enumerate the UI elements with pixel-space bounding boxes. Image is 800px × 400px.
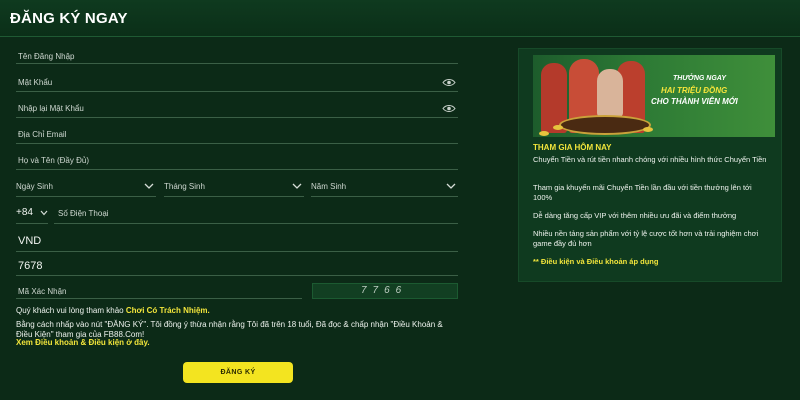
code-value: 7678 bbox=[18, 260, 43, 272]
responsible-gaming-text: Quý khách vui lòng tham khảo bbox=[16, 306, 126, 315]
email-field[interactable]: Địa Chỉ Email bbox=[16, 118, 458, 144]
username-field[interactable]: Tên Đăng Nhập bbox=[16, 40, 458, 64]
terms-link[interactable]: Xem Điều khoản & Điều kiện ở đây. bbox=[16, 338, 456, 348]
promo-item: Chuyển Tiền và rút tiền nhanh chóng với … bbox=[533, 155, 767, 164]
username-placeholder: Tên Đăng Nhập bbox=[18, 52, 75, 61]
promo-item: Tham gia khuyến mãi Chuyển Tiền lần đầu … bbox=[533, 183, 752, 202]
confirm-password-placeholder: Nhập lại Mật Khẩu bbox=[18, 104, 84, 113]
confirm-password-field[interactable]: Nhập lại Mật Khẩu bbox=[16, 92, 458, 118]
phone-country-code-select[interactable]: +84 bbox=[16, 204, 48, 224]
fullname-placeholder: Họ và Tên (Đầy Đủ) bbox=[18, 156, 89, 165]
dob-month-select[interactable]: Tháng Sinh bbox=[164, 179, 304, 197]
phone-code-value: +84 bbox=[16, 207, 33, 218]
page-header: ĐĂNG KÝ NGAY bbox=[0, 0, 800, 37]
promo-item: Dễ dàng tăng cấp VIP với thêm nhiều ưu đ… bbox=[533, 211, 737, 220]
dob-day-select[interactable]: Ngày Sinh bbox=[16, 179, 156, 197]
chevron-down-icon bbox=[144, 183, 154, 189]
password-field[interactable]: Mật Khẩu bbox=[16, 66, 458, 92]
coin-icon bbox=[539, 131, 549, 136]
dob-month-label: Tháng Sinh bbox=[164, 182, 205, 191]
currency-field[interactable]: VND bbox=[16, 226, 458, 252]
chevron-down-icon bbox=[446, 183, 456, 189]
eye-icon[interactable] bbox=[442, 104, 456, 113]
promo-item: Nhiều nền tảng sản phẩm với tỷ lệ cược t… bbox=[533, 229, 759, 248]
fullname-field[interactable]: Họ và Tên (Đầy Đủ) bbox=[16, 144, 458, 170]
captcha-image: 7766 bbox=[312, 283, 458, 299]
banner-line-2: HAI TRIỆU ĐỒNG bbox=[661, 86, 728, 95]
captcha-input[interactable]: Mã Xác Nhận bbox=[16, 283, 302, 299]
model-figure bbox=[597, 69, 623, 117]
promo-panel: THƯỞNG NGAY HAI TRIỆU ĐỒNG CHO THÀNH VIÊ… bbox=[518, 48, 782, 282]
currency-value: VND bbox=[18, 235, 42, 247]
banner-line-3: CHO THÀNH VIÊN MỚI bbox=[651, 97, 738, 106]
chevron-down-icon bbox=[292, 183, 302, 189]
phone-input[interactable]: Số Điện Thoại bbox=[54, 204, 458, 224]
captcha-code: 7766 bbox=[361, 285, 408, 296]
coin-icon bbox=[553, 125, 563, 130]
responsible-gaming-note: Quý khách vui lòng tham khảo Chơi Có Trá… bbox=[16, 306, 456, 316]
promo-terms-note: ** Điều kiện và Điều khoản áp dụng bbox=[533, 257, 659, 266]
captcha-placeholder: Mã Xác Nhận bbox=[18, 287, 67, 296]
chevron-down-icon bbox=[40, 210, 48, 216]
register-button[interactable]: ĐĂNG KÝ bbox=[183, 362, 293, 383]
roulette-table-image bbox=[559, 115, 651, 135]
registration-form: Tên Đăng Nhập Mật Khẩu Nhập lại Mật Khẩu… bbox=[16, 40, 460, 400]
code-field[interactable]: 7678 bbox=[16, 252, 458, 276]
coin-icon bbox=[643, 127, 653, 132]
phone-placeholder: Số Điện Thoại bbox=[58, 209, 109, 218]
terms-agreement-text: Bằng cách nhấp vào nút "ĐĂNG KÝ". Tôi đồ… bbox=[16, 320, 443, 339]
email-placeholder: Địa Chỉ Email bbox=[18, 130, 67, 139]
eye-icon[interactable] bbox=[442, 78, 456, 87]
password-placeholder: Mật Khẩu bbox=[18, 78, 53, 87]
promo-title: THAM GIA HÔM NAY bbox=[533, 143, 612, 152]
page-title: ĐĂNG KÝ NGAY bbox=[10, 10, 128, 27]
responsible-gaming-link[interactable]: Chơi Có Trách Nhiệm. bbox=[126, 306, 210, 315]
banner-line-1: THƯỞNG NGAY bbox=[673, 75, 727, 82]
dob-year-select[interactable]: Năm Sinh bbox=[311, 179, 458, 197]
promo-banner[interactable]: THƯỞNG NGAY HAI TRIỆU ĐỒNG CHO THÀNH VIÊ… bbox=[533, 55, 775, 137]
dob-year-label: Năm Sinh bbox=[311, 182, 347, 191]
dob-day-label: Ngày Sinh bbox=[16, 182, 53, 191]
